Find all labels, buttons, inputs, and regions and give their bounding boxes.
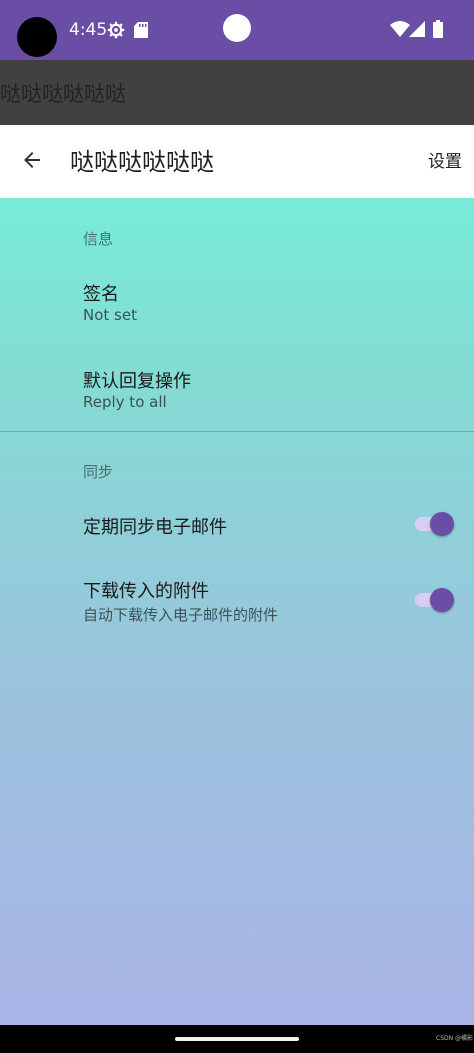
section-header-sync: 同步	[83, 463, 114, 481]
status-time: 4:45	[69, 20, 108, 40]
sync-switch-thumb	[430, 512, 454, 536]
pref-signature-title[interactable]: 签名	[83, 280, 119, 306]
pref-attachments-title[interactable]: 下载传入的附件	[83, 577, 209, 603]
section-header-info: 信息	[83, 230, 114, 248]
attachments-switch-thumb	[430, 588, 454, 612]
gesture-handle[interactable]	[175, 1037, 299, 1041]
battery-icon	[433, 20, 443, 38]
center-indicator	[223, 14, 251, 42]
pref-sync-title[interactable]: 定期同步电子邮件	[83, 513, 227, 539]
settings-button[interactable]: 设置	[428, 151, 462, 173]
pref-reply-summary: Reply to all	[83, 393, 167, 411]
section-divider	[0, 431, 474, 432]
attachments-switch[interactable]	[415, 586, 455, 614]
pref-attachments-summary: 自动下载传入电子邮件的附件	[83, 606, 279, 624]
page-title: 哒哒哒哒哒哒	[70, 148, 214, 176]
pref-reply-title[interactable]: 默认回复操作	[83, 367, 191, 393]
arrow-back-icon[interactable]	[20, 148, 44, 172]
sd-card-icon	[134, 22, 148, 38]
watermark: CSDN @橘影	[436, 1035, 474, 1042]
camera-cutout	[17, 17, 57, 57]
pref-signature-summary: Not set	[83, 306, 137, 324]
settings-gear-icon	[107, 21, 125, 39]
wifi-icon	[390, 21, 410, 37]
cell-signal-icon	[409, 21, 425, 37]
dark-header-title: 哒哒哒哒哒哒	[0, 82, 126, 106]
sync-switch[interactable]	[415, 510, 455, 538]
